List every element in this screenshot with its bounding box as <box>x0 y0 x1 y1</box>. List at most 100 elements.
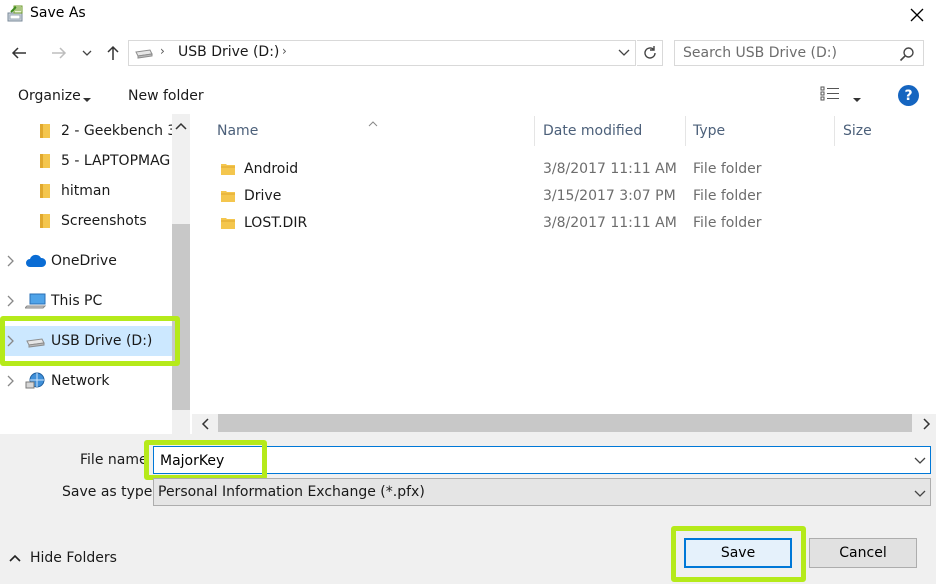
network-icon <box>25 372 45 389</box>
address-dropdown-button[interactable] <box>614 44 634 62</box>
sidebar-item-geekbench[interactable]: 2 - Geekbench 3 <box>0 116 176 146</box>
sidebar-item-label: 5 - LAPTOPMAG <box>61 153 171 169</box>
column-separator[interactable] <box>834 116 835 146</box>
folder-icon <box>221 164 235 175</box>
file-date: 3/8/2017 11:11 AM <box>543 161 677 177</box>
search-icon[interactable] <box>899 46 915 62</box>
up-button[interactable] <box>100 40 126 66</box>
navigation-pane: 2 - Geekbench 3 5 - LAPTOPMAG hitman Scr… <box>0 114 190 434</box>
hide-folders-button[interactable]: Hide Folders <box>8 548 117 568</box>
chevron-up-icon <box>175 122 187 130</box>
address-path[interactable]: USB Drive (D:) <box>178 44 279 60</box>
save-as-type-label: Save as type: <box>62 484 158 500</box>
recent-locations-button[interactable] <box>76 40 98 66</box>
cloud-icon <box>26 254 47 267</box>
chevron-left-icon <box>201 418 209 430</box>
sidebar-item-laptopmag[interactable]: 5 - LAPTOPMAG <box>0 146 172 176</box>
table-row[interactable]: Drive 3/15/2017 3:07 PM File folder <box>210 183 936 210</box>
file-type: File folder <box>693 215 762 231</box>
chevron-right-icon[interactable]: › <box>160 44 165 58</box>
save-as-type-select[interactable]: Personal Information Exchange (*.pfx) <box>153 478 931 506</box>
view-options-button[interactable] <box>820 86 842 104</box>
file-type: File folder <box>693 161 762 177</box>
help-button[interactable]: ? <box>898 85 919 106</box>
back-arrow-icon <box>11 47 26 59</box>
sidebar-item-onedrive[interactable]: OneDrive <box>0 246 172 276</box>
save-dialog-icon <box>6 4 26 24</box>
close-icon <box>910 8 924 22</box>
usb-drive-highlight <box>0 316 180 366</box>
chevron-right-icon[interactable] <box>6 375 16 387</box>
save-as-type-value: Personal Information Exchange (*.pfx) <box>158 484 425 500</box>
file-name: Drive <box>244 188 282 204</box>
sidebar-item-hitman[interactable]: hitman <box>0 176 172 206</box>
sidebar-item-label: Network <box>51 373 110 389</box>
hide-folders-label: Hide Folders <box>30 550 117 566</box>
chevron-down-icon <box>618 49 630 56</box>
column-header-type[interactable]: Type <box>693 114 725 148</box>
search-input[interactable] <box>683 44 893 62</box>
help-icon: ? <box>904 87 913 104</box>
file-type: File folder <box>693 188 762 204</box>
folder-icon <box>40 154 50 168</box>
chevron-down-icon[interactable] <box>914 454 926 466</box>
scroll-thumb[interactable] <box>218 414 912 432</box>
sidebar-item-screenshots[interactable]: Screenshots <box>0 206 172 236</box>
file-date: 3/15/2017 3:07 PM <box>543 188 676 204</box>
file-name: Android <box>244 161 299 177</box>
scroll-left-button[interactable] <box>196 416 214 432</box>
sidebar-item-label: This PC <box>51 293 103 309</box>
folder-icon <box>40 184 50 198</box>
new-folder-button[interactable]: New folder <box>128 88 204 104</box>
sidebar-item-label: 2 - Geekbench 3 <box>61 123 177 139</box>
scroll-up-button[interactable] <box>172 116 190 136</box>
forward-button[interactable] <box>46 40 72 66</box>
drive-icon <box>134 46 154 60</box>
file-name-highlight <box>144 440 267 480</box>
search-box[interactable] <box>674 40 924 66</box>
scroll-right-button[interactable] <box>918 416 936 432</box>
view-dropdown-icon[interactable] <box>852 92 862 102</box>
back-button[interactable] <box>6 40 32 66</box>
column-separator[interactable] <box>534 116 535 146</box>
folder-icon <box>40 124 50 138</box>
title-bar <box>0 0 936 30</box>
caret-down-icon[interactable] <box>82 92 92 102</box>
folder-icon <box>40 214 50 228</box>
column-header-name[interactable]: Name <box>217 114 258 148</box>
save-button[interactable]: Save <box>684 538 792 568</box>
cancel-button[interactable]: Cancel <box>809 538 917 568</box>
sidebar-item-network[interactable]: Network <box>0 366 172 396</box>
recent-dropdown-icon <box>82 50 92 56</box>
chevron-down-icon <box>914 490 926 497</box>
window-title: Save As <box>30 5 86 21</box>
close-button[interactable] <box>900 2 934 28</box>
file-name-combobox[interactable] <box>153 446 931 474</box>
details-view-icon <box>820 86 839 101</box>
folder-icon <box>221 191 235 202</box>
sidebar-item-label: Screenshots <box>61 213 147 229</box>
table-row[interactable]: Android 3/8/2017 11:11 AM File folder <box>210 156 936 183</box>
file-date: 3/8/2017 11:11 AM <box>543 215 677 231</box>
sidebar-item-label: OneDrive <box>51 253 117 269</box>
organize-button[interactable]: Organize <box>18 88 81 104</box>
sort-ascending-icon <box>368 115 378 127</box>
file-name: LOST.DIR <box>244 215 308 231</box>
folder-icon <box>221 218 235 229</box>
chevron-up-icon <box>9 554 21 562</box>
chevron-right-icon[interactable] <box>6 295 16 307</box>
refresh-button[interactable] <box>637 40 663 66</box>
column-header-size[interactable]: Size <box>843 114 872 148</box>
chevron-right-icon[interactable]: › <box>282 44 287 58</box>
column-separator[interactable] <box>685 116 686 146</box>
refresh-icon <box>643 46 656 59</box>
chevron-right-icon[interactable] <box>6 255 16 267</box>
table-row[interactable]: LOST.DIR 3/8/2017 11:11 AM File folder <box>210 210 936 237</box>
chevron-right-icon <box>923 418 931 430</box>
forward-arrow-icon <box>52 47 67 59</box>
sidebar-item-label: hitman <box>61 183 111 199</box>
file-name-label: File name <box>80 452 148 468</box>
computer-icon <box>25 293 47 309</box>
column-header-date-modified[interactable]: Date modified <box>543 114 642 148</box>
sidebar-item-this-pc[interactable]: This PC <box>0 286 172 316</box>
